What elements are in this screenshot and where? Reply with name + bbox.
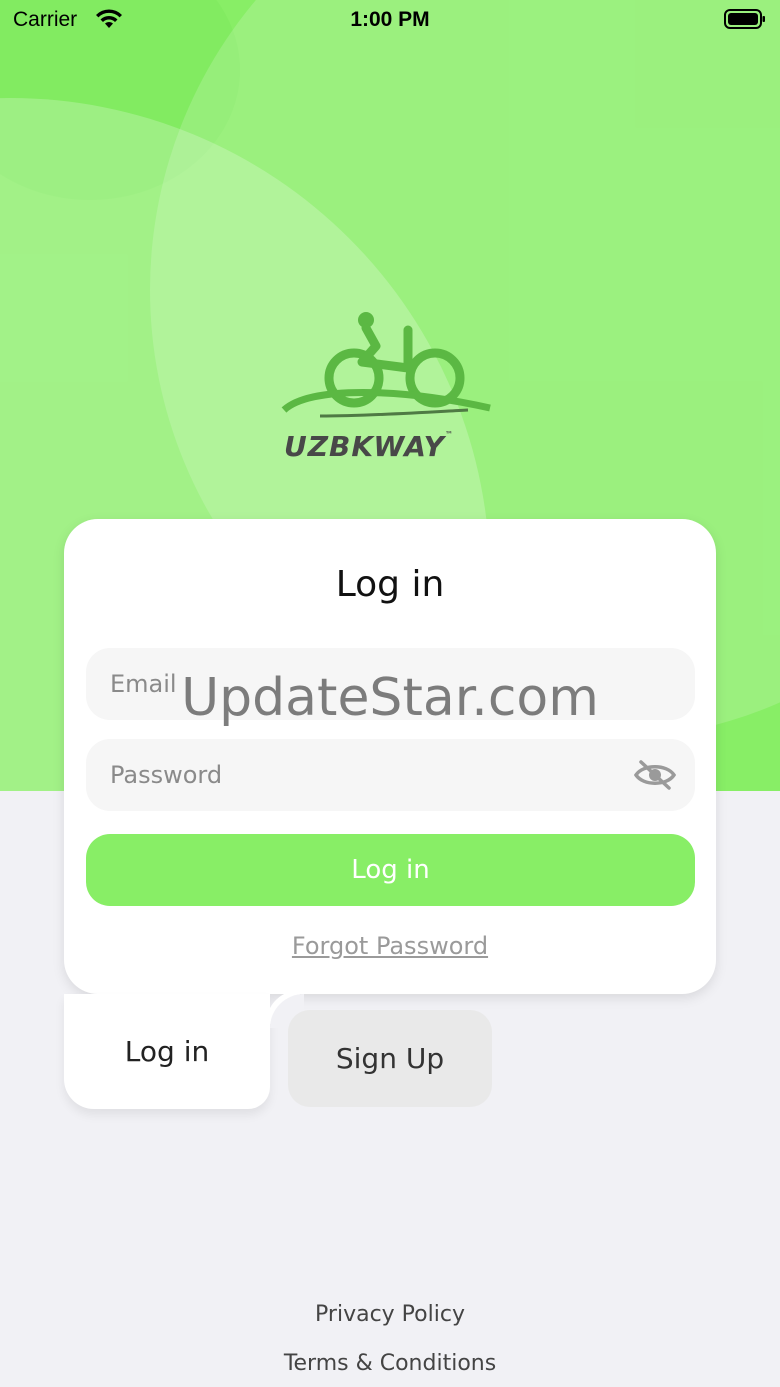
card-title: Log in — [335, 564, 445, 605]
tab-login-label: Log in — [124, 1035, 210, 1068]
email-field-container — [86, 648, 695, 720]
logo-trademark: ™ — [444, 430, 454, 439]
privacy-policy-link[interactable]: Privacy Policy — [0, 1302, 780, 1327]
logo-wordmark: UZBKWAY™ — [284, 430, 454, 463]
tab-login[interactable]: Log in — [64, 994, 270, 1109]
login-button[interactable]: Log in — [86, 834, 695, 906]
brand-logo: UZBKWAY™ — [280, 306, 502, 472]
terms-link[interactable]: Terms & Conditions — [0, 1351, 780, 1376]
tab-signup-label: Sign Up — [335, 1042, 445, 1075]
eye-slash-icon[interactable] — [633, 759, 677, 791]
forgot-password-link[interactable]: Forgot Password — [0, 932, 780, 960]
clock: 1:00 PM — [350, 8, 430, 31]
logo-text: UZBKWAY — [284, 430, 445, 463]
password-field[interactable] — [86, 739, 695, 811]
tab-signup[interactable]: Sign Up — [288, 1010, 492, 1107]
battery-icon — [724, 9, 766, 29]
email-field[interactable] — [86, 648, 695, 720]
status-bar: Carrier 1:00 PM — [0, 0, 780, 40]
password-field-container — [86, 739, 695, 811]
